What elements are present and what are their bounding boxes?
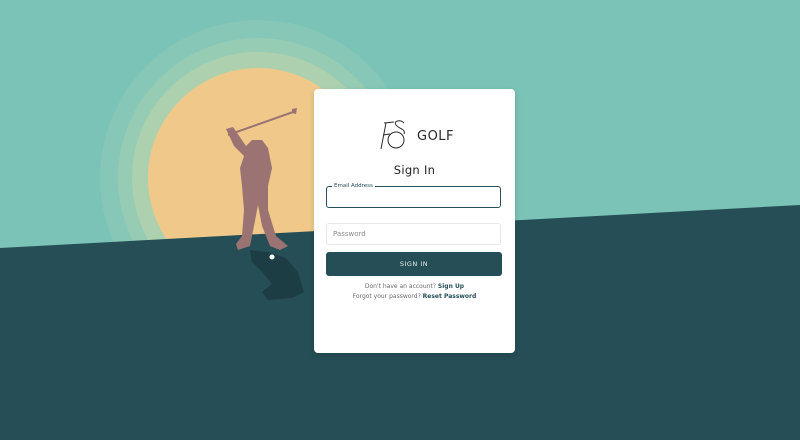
sign-up-link[interactable]: Sign Up bbox=[438, 283, 464, 290]
reset-password-link[interactable]: Reset Password bbox=[423, 293, 477, 300]
password-field[interactable] bbox=[326, 223, 501, 245]
signin-card: GOLF Sign In Email Address SIGN IN Don't… bbox=[314, 89, 515, 353]
signup-line: Don't have an account? Sign Up bbox=[314, 283, 515, 290]
reset-prompt: Forgot your password? bbox=[352, 293, 421, 300]
reset-line: Forgot your password? Reset Password bbox=[314, 293, 515, 300]
sign-in-button[interactable]: SIGN IN bbox=[326, 252, 502, 276]
golf-ball bbox=[269, 254, 275, 260]
email-input[interactable] bbox=[327, 187, 500, 207]
brand-name: GOLF bbox=[417, 129, 455, 144]
email-field[interactable]: Email Address bbox=[326, 181, 501, 208]
form-title: Sign In bbox=[393, 163, 436, 177]
password-input[interactable] bbox=[327, 224, 500, 244]
signup-prompt: Don't have an account? bbox=[364, 283, 436, 290]
